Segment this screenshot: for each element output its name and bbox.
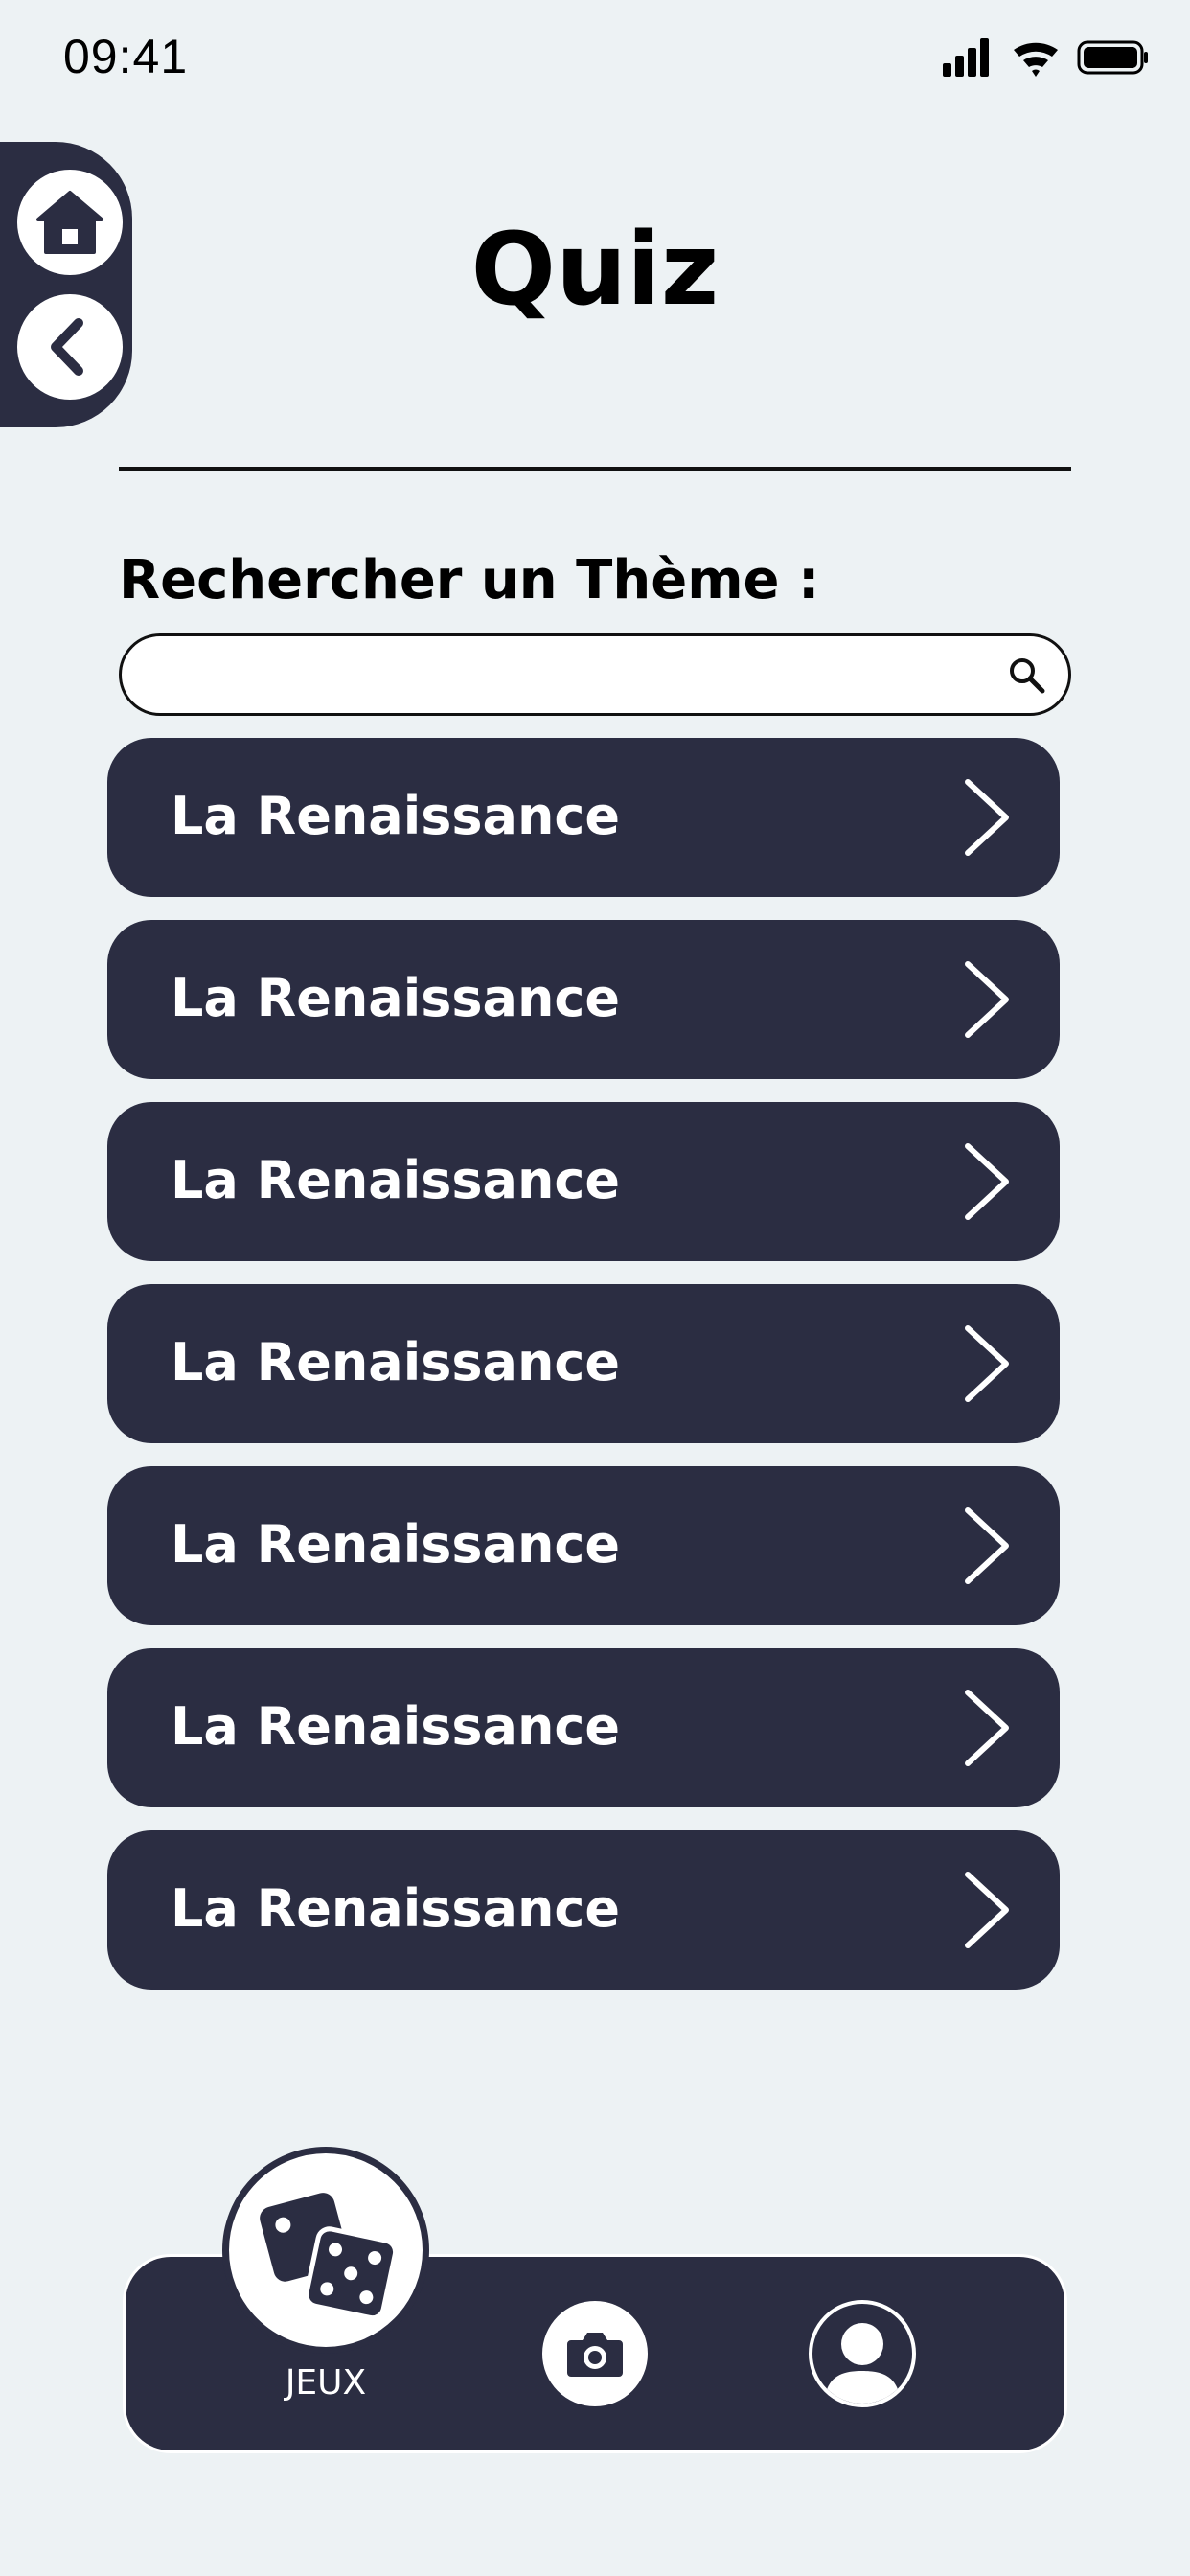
camera-icon xyxy=(567,2333,623,2377)
theme-item-label: La Renaissance xyxy=(171,968,621,1028)
profile-tab[interactable] xyxy=(809,2300,916,2407)
games-tab-label: JEUX xyxy=(285,2363,367,2403)
wifi-icon xyxy=(1014,42,1058,77)
status-icons xyxy=(943,38,1148,77)
battery-icon xyxy=(1077,40,1148,75)
search-input[interactable] xyxy=(160,636,988,715)
search-icon[interactable] xyxy=(1007,656,1047,696)
chevron-right-icon xyxy=(965,1507,1009,1584)
chevron-right-icon xyxy=(965,1872,1009,1948)
status-time: 09:41 xyxy=(63,30,189,83)
theme-item[interactable]: La Renaissance xyxy=(107,738,1060,897)
games-tab[interactable] xyxy=(222,2147,429,2354)
theme-item[interactable]: La Renaissance xyxy=(107,1648,1060,1807)
theme-item[interactable]: La Renaissance xyxy=(107,1830,1060,1990)
chevron-right-icon xyxy=(965,1143,1009,1220)
dice-icon xyxy=(260,2193,399,2321)
chevron-right-icon xyxy=(965,1325,1009,1402)
theme-item-label: La Renaissance xyxy=(171,1332,621,1392)
theme-item[interactable]: La Renaissance xyxy=(107,1466,1060,1625)
theme-item[interactable]: La Renaissance xyxy=(107,1284,1060,1443)
chevron-right-icon xyxy=(965,779,1009,856)
theme-item[interactable]: La Renaissance xyxy=(107,920,1060,1079)
theme-item[interactable]: La Renaissance xyxy=(107,1102,1060,1261)
profile-icon xyxy=(824,2323,901,2404)
theme-item-label: La Renaissance xyxy=(171,1878,621,1939)
search-label: Rechercher un Thème : xyxy=(119,549,820,611)
theme-item-label: La Renaissance xyxy=(171,786,621,846)
signal-icon xyxy=(943,38,989,77)
camera-tab[interactable] xyxy=(542,2301,648,2406)
page-title: Quiz xyxy=(470,211,720,328)
theme-item-label: La Renaissance xyxy=(171,1150,621,1210)
search-field[interactable] xyxy=(119,633,1071,716)
divider xyxy=(119,467,1071,471)
theme-item-label: La Renaissance xyxy=(171,1696,621,1757)
chevron-right-icon xyxy=(965,961,1009,1038)
chevron-right-icon xyxy=(965,1690,1009,1766)
theme-item-label: La Renaissance xyxy=(171,1514,621,1575)
